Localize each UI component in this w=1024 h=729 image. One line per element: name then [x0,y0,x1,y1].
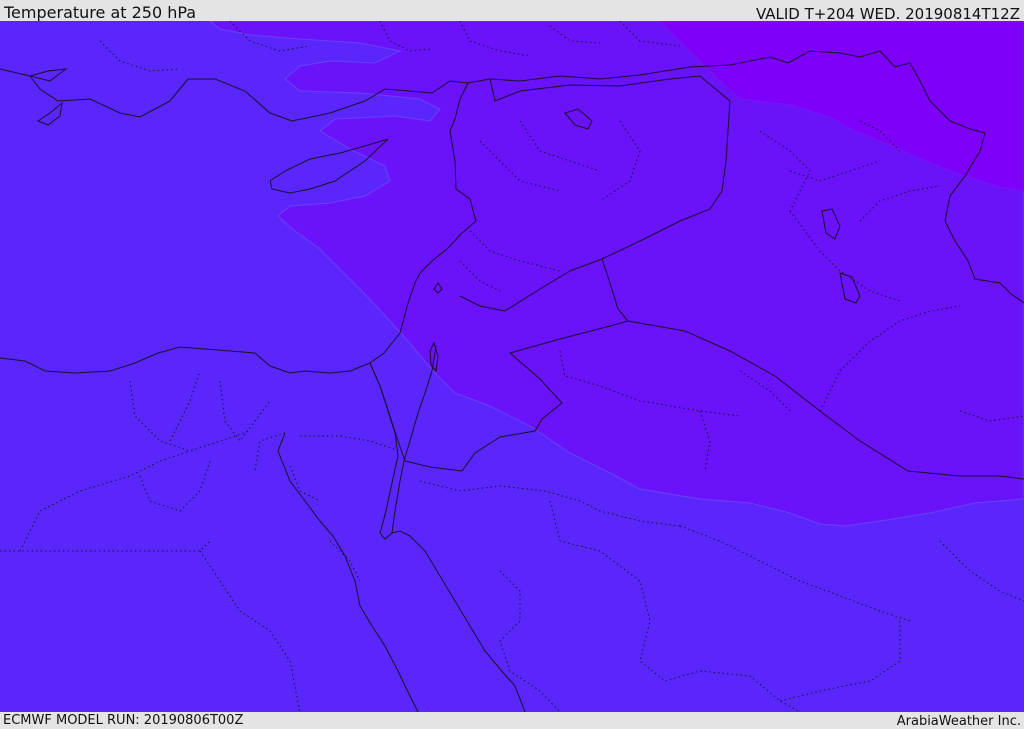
model-run-label: ECMWF MODEL RUN: 20190806T00Z [3,713,244,728]
footer-bar: ECMWF MODEL RUN: 20190806T00Z ArabiaWeat… [0,712,1024,729]
map-canvas [0,21,1024,712]
credit-label: ArabiaWeather Inc. [896,714,1021,729]
map-title: Temperature at 250 hPa [4,3,197,22]
temperature-map [0,21,1024,712]
title-bar: Temperature at 250 hPa VALID T+204 WED. … [0,0,1024,23]
